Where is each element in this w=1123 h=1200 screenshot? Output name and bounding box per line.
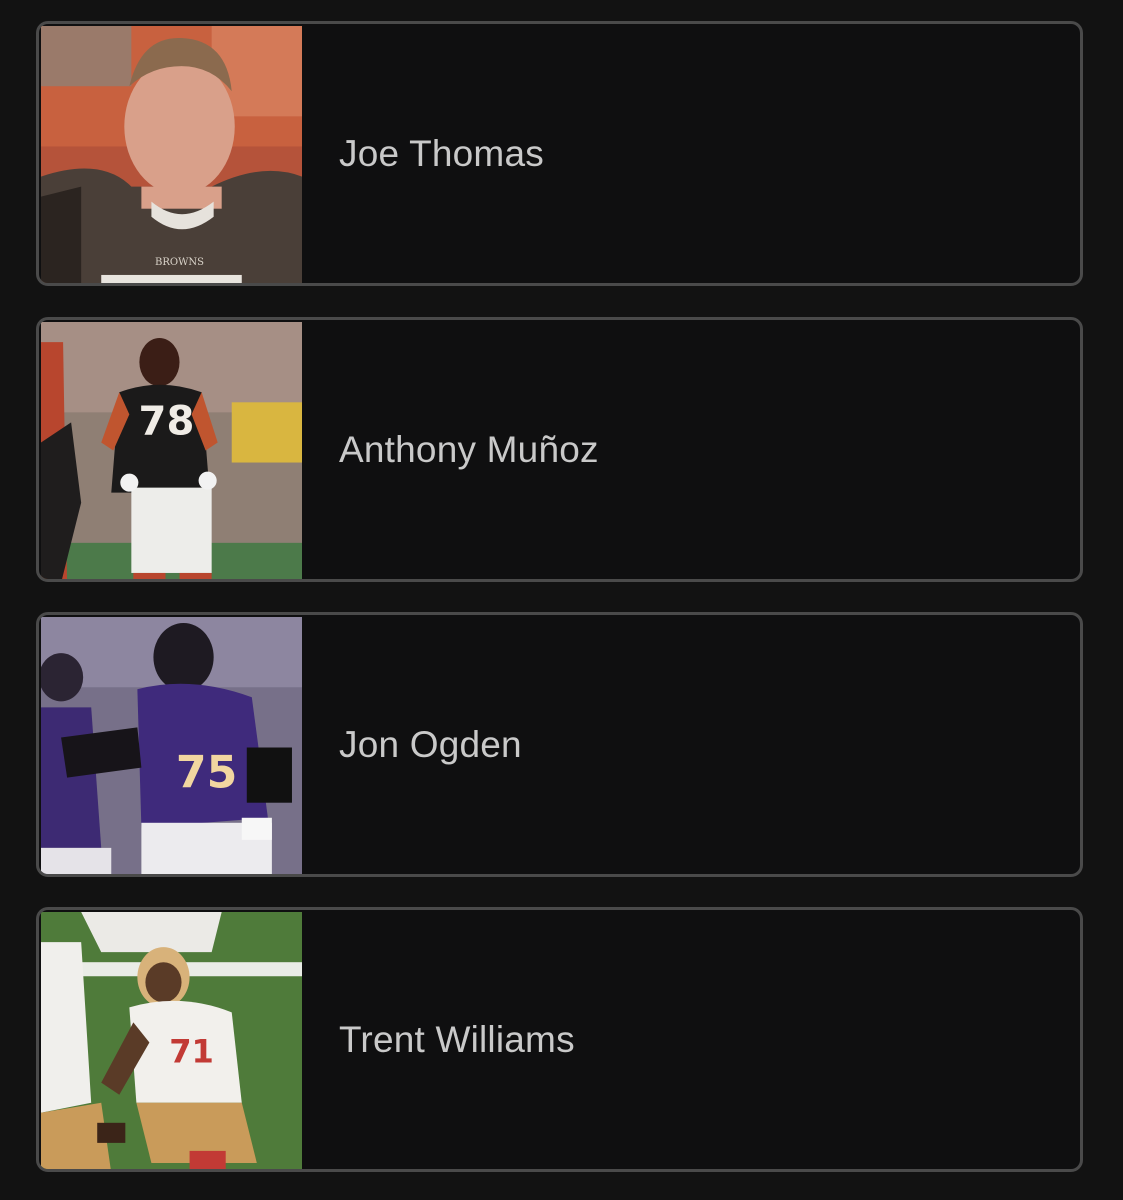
player-photo-icon: 75 <box>41 617 302 874</box>
player-photo-icon: 78 <box>41 322 302 579</box>
player-name: Anthony Muñoz <box>339 428 599 470</box>
player-card-joe-thomas[interactable]: BROWNS Joe Thomas <box>36 21 1083 286</box>
player-photo-icon: BROWNS <box>41 26 302 283</box>
svg-text:71: 71 <box>169 1033 214 1071</box>
player-card-anthony-munoz[interactable]: 78 Anthony Muñoz <box>36 317 1083 582</box>
player-card-jon-ogden[interactable]: 75 Jon Ogden <box>36 612 1083 877</box>
player-name: Trent Williams <box>339 1018 575 1060</box>
player-name: Jon Ogden <box>339 723 522 765</box>
svg-text:75: 75 <box>176 748 237 799</box>
player-list: BROWNS Joe Thomas 78 Anthony Muñoz 75 Jo… <box>0 0 1123 1200</box>
svg-text:BROWNS: BROWNS <box>155 257 204 268</box>
player-name: Joe Thomas <box>339 132 544 174</box>
player-card-trent-williams[interactable]: 71 Trent Williams <box>36 907 1083 1172</box>
player-photo-icon: 71 <box>41 912 302 1169</box>
svg-text:78: 78 <box>139 398 195 444</box>
